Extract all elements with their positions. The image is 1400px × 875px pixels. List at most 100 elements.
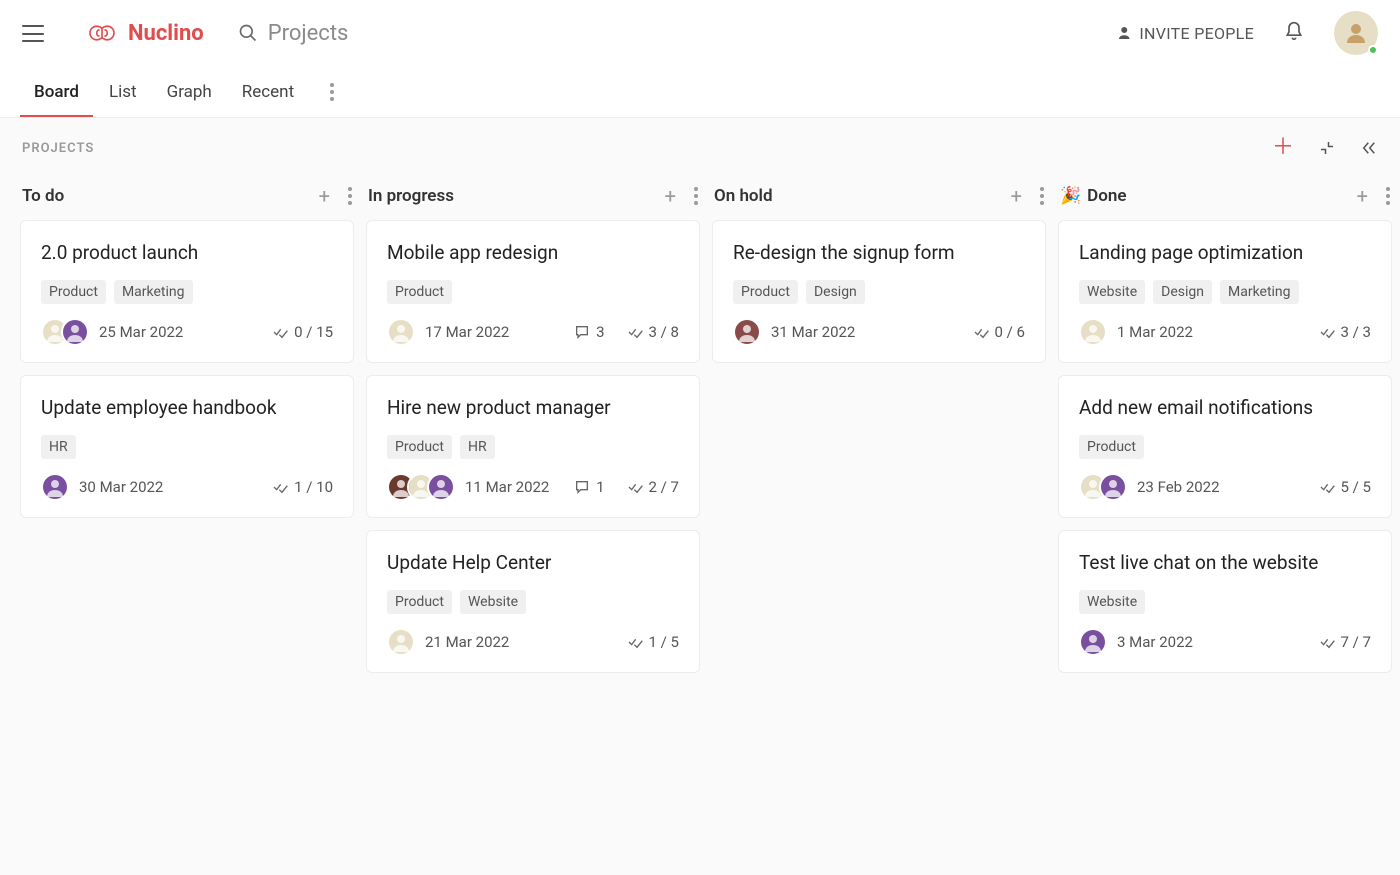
- card-title: 2.0 product launch: [41, 241, 333, 264]
- card[interactable]: Hire new product managerProductHR11 Mar …: [366, 375, 700, 518]
- card-avatars: [387, 473, 455, 501]
- card-title: Re-design the signup form: [733, 241, 1025, 264]
- assignee-avatar: [1079, 628, 1107, 656]
- card-footer: 23 Feb 20225 / 5: [1079, 473, 1371, 501]
- card-stats: 1 / 10: [272, 478, 333, 496]
- add-card-button[interactable]: +: [1357, 186, 1368, 206]
- collapse-sidebar-icon[interactable]: [1360, 139, 1378, 157]
- tabs-more-button[interactable]: [324, 77, 340, 107]
- card-footer: 30 Mar 20221 / 10: [41, 473, 333, 501]
- tab-list[interactable]: List: [109, 68, 137, 116]
- invite-people-button[interactable]: INVITE PEOPLE: [1113, 24, 1254, 43]
- column-title: To do: [22, 186, 64, 206]
- card-stats: 5 / 5: [1319, 478, 1372, 496]
- card-avatars: [41, 318, 89, 346]
- column-title: On hold: [714, 186, 773, 206]
- column-actions: +: [665, 186, 698, 206]
- checklist-count: 3 / 3: [1319, 323, 1372, 341]
- collapse-icon[interactable]: [1318, 139, 1336, 157]
- card-title: Update Help Center: [387, 551, 679, 574]
- card[interactable]: Update employee handbook HR 30 Mar 20221 /…: [20, 375, 354, 518]
- column-header: To do +: [20, 178, 354, 220]
- card-stats: 1 / 5: [627, 633, 680, 651]
- card-footer: 21 Mar 2022 1 / 5: [387, 628, 679, 656]
- notifications-button[interactable]: [1284, 20, 1304, 46]
- card-stats: 1 2 / 7: [574, 478, 679, 496]
- card-tags: Product: [387, 280, 679, 304]
- tag: Design: [806, 280, 865, 304]
- checklist-count: 0 / 6: [973, 323, 1026, 341]
- card[interactable]: Landing page optimizationWebsiteDesignMa…: [1058, 220, 1392, 363]
- card-stats: 3 / 3: [1319, 323, 1372, 341]
- column-menu-button[interactable]: [348, 187, 352, 205]
- tab-recent[interactable]: Recent: [242, 68, 294, 116]
- add-card-button[interactable]: +: [319, 186, 330, 206]
- column-title: 🎉Done: [1060, 186, 1127, 206]
- card-date: 21 Mar 2022: [425, 633, 509, 651]
- tag: Design: [1153, 280, 1212, 304]
- column-cards: Mobile app redesignProduct17 Mar 202233 …: [366, 220, 700, 673]
- column-cards: Landing page optimizationWebsiteDesignMa…: [1058, 220, 1392, 673]
- tag: Product: [387, 590, 452, 614]
- card[interactable]: Add new email notifications Product 23 Feb…: [1058, 375, 1392, 518]
- assignee-avatar: [387, 628, 415, 656]
- user-avatar[interactable]: [1334, 11, 1378, 55]
- checklist-count: 2 / 7: [627, 478, 680, 496]
- status-online-indicator: [1368, 45, 1378, 55]
- card-date: 11 Mar 2022: [465, 478, 549, 496]
- card-title: Update employee handbook: [41, 396, 333, 419]
- add-column-button[interactable]: ＋: [1272, 137, 1294, 159]
- tag: HR: [460, 435, 495, 459]
- card[interactable]: Re-design the signup form ProductDesign 31…: [712, 220, 1046, 363]
- workspace-title: PROJECTS: [22, 141, 94, 156]
- column-header: 🎉Done +: [1058, 178, 1392, 220]
- column-header: In progress+: [366, 178, 700, 220]
- card[interactable]: Test live chat on the website Website 3 Ma…: [1058, 530, 1392, 673]
- comments-count: 3: [574, 323, 604, 341]
- card-title: Test live chat on the website: [1079, 551, 1371, 574]
- add-card-button[interactable]: +: [665, 186, 676, 206]
- add-card-button[interactable]: +: [1011, 186, 1022, 206]
- assignee-avatar: [61, 318, 89, 346]
- assignee-avatar: [1099, 473, 1127, 501]
- column-menu-button[interactable]: [1386, 187, 1390, 205]
- card-footer: 1 Mar 2022 3 / 3: [1079, 318, 1371, 346]
- column-done: 🎉Done + Landing page optimizationWebsiteDe…: [1058, 178, 1392, 875]
- tag: Product: [387, 435, 452, 459]
- comments-count: 1: [574, 478, 604, 496]
- column-menu-button[interactable]: [1040, 187, 1044, 205]
- tab-graph[interactable]: Graph: [167, 68, 212, 116]
- card[interactable]: Mobile app redesignProduct17 Mar 202233 …: [366, 220, 700, 363]
- column-on-hold: On hold + Re-design the signup form Product…: [712, 178, 1046, 875]
- column-actions: +: [1357, 186, 1390, 206]
- card-tags: Product HR: [387, 435, 679, 459]
- column-menu-button[interactable]: [694, 187, 698, 205]
- menu-icon[interactable]: [22, 24, 44, 42]
- card-date: 1 Mar 2022: [1117, 323, 1193, 341]
- assignee-avatar: [733, 318, 761, 346]
- card-footer: 31 Mar 20220 / 6: [733, 318, 1025, 346]
- card-tags: ProductMarketing: [41, 280, 333, 304]
- card[interactable]: 2.0 product launchProductMarketing25 Mar…: [20, 220, 354, 363]
- tab-board[interactable]: Board: [34, 68, 79, 116]
- checklist-count: 1 / 10: [272, 478, 333, 496]
- card-title: Add new email notifications: [1079, 396, 1371, 419]
- app-logo[interactable]: Nuclino: [84, 21, 204, 46]
- kanban-board: To do +2.0 product launch ProductMarketing…: [0, 178, 1400, 875]
- board-tools: ＋: [1272, 137, 1378, 159]
- card-avatars: [1079, 318, 1107, 346]
- card[interactable]: Update Help CenterProductWebsite21 Mar 2…: [366, 530, 700, 673]
- invite-icon: [1113, 24, 1131, 42]
- card-footer: 3 Mar 20227 / 7: [1079, 628, 1371, 656]
- search-input[interactable]: Projects: [238, 21, 349, 46]
- tag: HR: [41, 435, 76, 459]
- card-date: 17 Mar 2022: [425, 323, 509, 341]
- assignee-avatar: [427, 473, 455, 501]
- card-tags: ProductDesign: [733, 280, 1025, 304]
- search-icon: [238, 23, 258, 43]
- card-tags: Website: [1079, 590, 1371, 614]
- column-cards: Re-design the signup form ProductDesign 31…: [712, 220, 1046, 363]
- column-cards: 2.0 product launchProductMarketing25 Mar…: [20, 220, 354, 518]
- tag: Product: [1079, 435, 1144, 459]
- search-placeholder: Projects: [268, 21, 349, 46]
